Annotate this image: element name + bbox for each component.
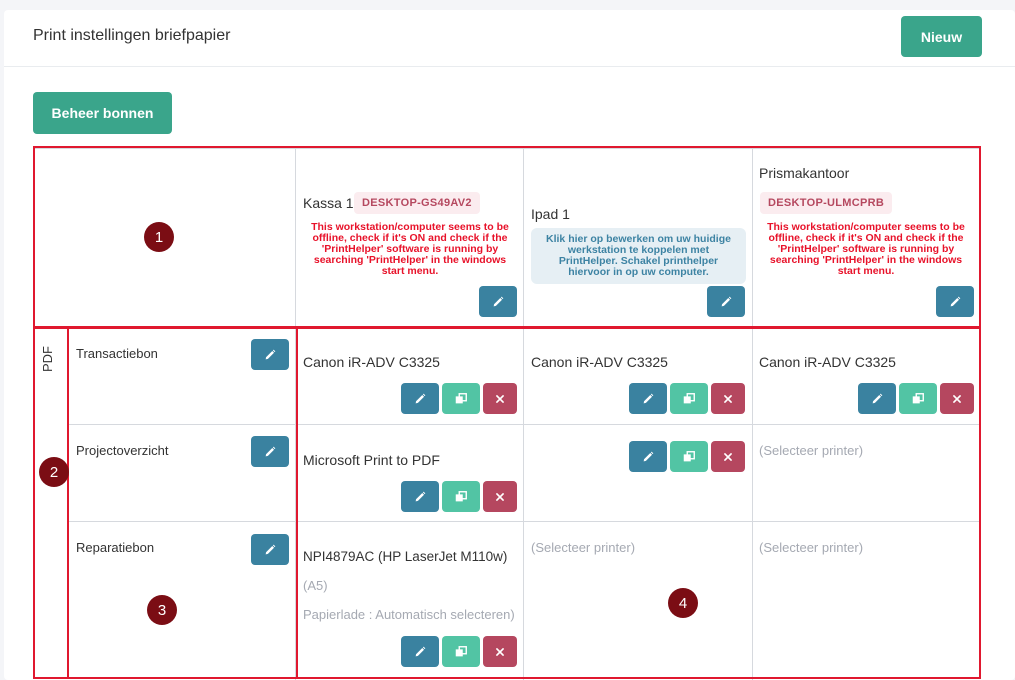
annotation-box-4 <box>296 327 981 679</box>
new-button[interactable]: Nieuw <box>901 16 982 57</box>
annotation-marker: 2 <box>39 457 69 487</box>
annotation-box-1 <box>33 146 981 328</box>
annotation-marker: 1 <box>144 222 174 252</box>
annotation-box-3 <box>67 327 298 679</box>
annotation-marker: 4 <box>668 588 698 618</box>
card-header: Print instellingen briefpapier Nieuw <box>4 10 1015 67</box>
annotation-marker: 3 <box>147 595 177 625</box>
manage-receipts-button[interactable]: Beheer bonnen <box>33 92 172 134</box>
annotation-box-2 <box>33 327 69 679</box>
page-title: Print instellingen briefpapier <box>33 27 231 44</box>
